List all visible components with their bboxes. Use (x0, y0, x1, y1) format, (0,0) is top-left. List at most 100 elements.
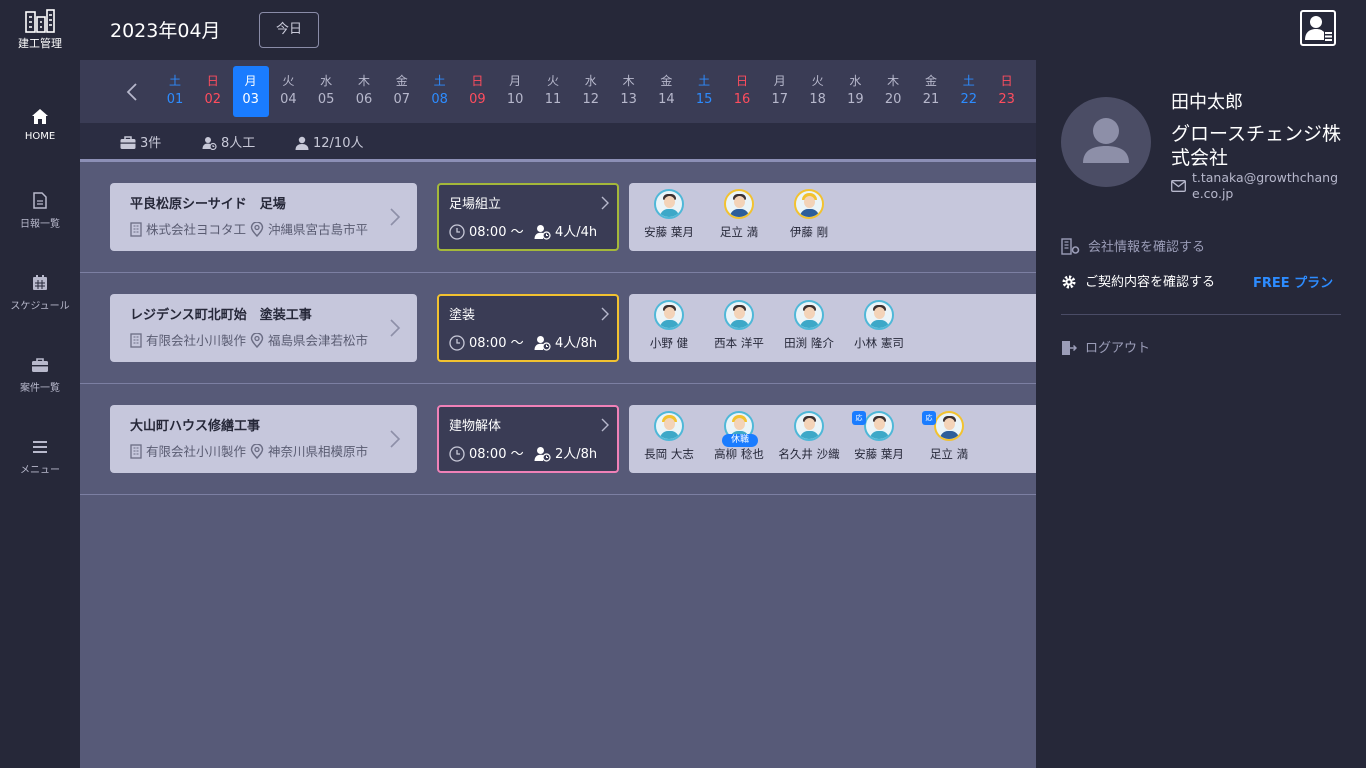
worker-name: 名久井 沙織 (778, 447, 840, 461)
sidebar-item-label: スケジュール (10, 301, 70, 312)
date-number: 12 (582, 92, 600, 107)
site-card[interactable]: 大山町ハウス修繕工事 有限会社小川製作 神奈川県相模原市 (110, 405, 417, 473)
task-card[interactable]: 建物解体 08:00 ～ 2人/8h (437, 405, 619, 473)
date-cell[interactable]: 金 07 (384, 66, 420, 117)
task-card[interactable]: 足場組立 08:00 ～ 4人/4h (437, 183, 619, 251)
location-pin-icon (250, 332, 264, 348)
sidebar-item-projects[interactable]: 案件一覧 (0, 357, 80, 394)
site-name: 平良松原シーサイド 足場 (130, 197, 286, 212)
app-logo[interactable]: 建工管理 (18, 8, 62, 54)
date-number: 20 (884, 92, 902, 107)
date-number: 10 (506, 92, 524, 107)
task-card[interactable]: 塗装 08:00 ～ 4人/8h (437, 294, 619, 362)
top-bar: 建工管理 2023年04月 今日 (0, 0, 1366, 60)
worker-item[interactable]: 足立 満 (704, 189, 774, 240)
certification-badge: 応 (852, 411, 866, 425)
today-button[interactable]: 今日 (259, 12, 319, 48)
briefcase-icon (120, 136, 136, 149)
date-cell[interactable]: 日 16 (724, 66, 760, 117)
location-pin-icon (250, 443, 264, 459)
worker-item[interactable]: 名久井 沙織 (774, 411, 844, 462)
date-cell[interactable]: 土 01 (157, 66, 193, 117)
date-cell[interactable]: 木 06 (346, 66, 382, 117)
schedule-row: レジデンス町北町始 塗装工事 有限会社小川製作 福島県会津若松市 塗装 08:00 ～ 4… (80, 273, 1036, 384)
sidebar-item-daily-reports[interactable]: 日報一覧 (0, 192, 80, 230)
company-info-link[interactable]: 会社情報を確認する (1061, 236, 1205, 255)
worker-avatar (864, 300, 894, 330)
user-panel: 田中太郎 グロースチェンジ株式会社 t.tanaka@growthchange.… (1036, 60, 1366, 768)
leave-badge: 休職 (722, 434, 758, 447)
worker-name: 西本 洋平 (714, 336, 764, 350)
date-cell[interactable]: 水 19 (837, 66, 873, 117)
worker-name: 高柳 稔也 (714, 447, 764, 461)
worker-name: 小野 健 (649, 336, 689, 350)
sidebar-item-menu[interactable]: メニュー (0, 439, 80, 476)
date-cell[interactable]: 木 20 (875, 66, 911, 117)
site-card[interactable]: レジデンス町北町始 塗装工事 有限会社小川製作 福島県会津若松市 (110, 294, 417, 362)
company-name: 有限会社小川製作 (146, 333, 247, 348)
worker-clock-icon (534, 225, 551, 240)
site-meta: 株式会社ヨコタ工 沖縄県宮古島市平 (130, 219, 380, 237)
sidebar-item-schedule[interactable]: スケジュール (0, 274, 80, 312)
date-cell[interactable]: 木 13 (611, 66, 647, 117)
logo-text: 建工管理 (18, 37, 62, 50)
task-name: 足場組立 (449, 197, 502, 212)
plan-badge[interactable]: FREE プラン (1253, 272, 1333, 291)
date-number: 02 (204, 92, 222, 107)
date-cell[interactable]: 土 08 (422, 66, 458, 117)
date-cell[interactable]: 火 11 (535, 66, 571, 117)
date-strip: 土 01 日 02 月 03 火 04 水 05 木 06 金 07 土 08 日 09 月 10 火 11 水 12 木 13 金… (80, 60, 1036, 123)
location-pin-icon (250, 221, 264, 237)
worker-item[interactable]: 応安藤 葉月 (844, 411, 914, 462)
date-weekday: 土 (433, 74, 446, 88)
worker-item[interactable]: 安藤 葉月 (634, 189, 704, 240)
task-name: 建物解体 (449, 419, 502, 434)
site-address: 沖縄県宮古島市平 (268, 222, 369, 237)
worker-avatar (794, 189, 824, 219)
worker-item[interactable]: 小野 健 (634, 300, 704, 351)
date-cell[interactable]: 火 18 (800, 66, 836, 117)
date-weekday: 月 (773, 74, 786, 88)
date-cell[interactable]: 火 04 (270, 66, 306, 117)
date-weekday: 木 (887, 74, 900, 88)
logout-link[interactable]: ログアウト (1061, 337, 1150, 356)
schedule-main: 平良松原シーサイド 足場 株式会社ヨコタ工 沖縄県宮古島市平 足場組立 08:00 ～ 4… (80, 159, 1036, 768)
worker-item[interactable]: 休職 高柳 稔也 (704, 411, 774, 462)
worker-name: 小林 憲司 (854, 336, 904, 350)
task-manpower-text: 4人/4h (555, 225, 598, 240)
date-cell[interactable]: 月 03 (232, 66, 269, 117)
date-cell[interactable]: 金 21 (913, 66, 949, 117)
task-manpower-text: 4人/8h (555, 336, 598, 351)
sidebar-item-label: HOME (24, 131, 56, 142)
worker-item[interactable]: 伊藤 剛 (774, 189, 844, 240)
site-card[interactable]: 平良松原シーサイド 足場株式会社ヨコタ工 沖縄県宮古島市平 (110, 183, 417, 251)
date-cell[interactable]: 日 23 (989, 66, 1025, 117)
date-cell[interactable]: 水 05 (308, 66, 344, 117)
worker-item[interactable]: 小林 憲司 (844, 300, 914, 351)
stats-bar: 3件 8人工 12/10人 (80, 123, 1036, 159)
worker-item[interactable]: 応足立 満 (914, 411, 984, 462)
sidebar-item-home[interactable]: HOME (0, 108, 80, 142)
worker-item[interactable]: 長岡 大志 (634, 411, 704, 462)
profile-button[interactable] (1300, 10, 1336, 46)
date-number: 15 (695, 92, 713, 107)
chevron-right-icon (390, 208, 401, 226)
worker-list: 小野 健 西本 洋平 田渕 隆介 小林 憲司 (629, 294, 1036, 362)
date-cell[interactable]: 日 02 (195, 66, 231, 117)
date-cell[interactable]: 月 17 (762, 66, 798, 117)
contract-info-link[interactable]: ご契約内容を確認する (1061, 271, 1215, 290)
worker-item[interactable]: 西本 洋平 (704, 300, 774, 351)
clock-icon (449, 335, 465, 351)
task-manpower: 4人/4h (534, 221, 597, 240)
prev-dates-button[interactable] (122, 80, 142, 104)
worker-item[interactable]: 田渕 隆介 (774, 300, 844, 351)
date-cell[interactable]: 日 09 (459, 66, 495, 117)
date-cell[interactable]: 月 10 (497, 66, 533, 117)
building-icon (130, 222, 142, 237)
date-cell[interactable]: 土 22 (951, 66, 987, 117)
people-count-text: 12/10人 (313, 136, 364, 151)
date-cell[interactable]: 金 14 (648, 66, 684, 117)
worker-avatar (724, 300, 754, 330)
date-cell[interactable]: 水 12 (573, 66, 609, 117)
date-cell[interactable]: 土 15 (686, 66, 722, 117)
